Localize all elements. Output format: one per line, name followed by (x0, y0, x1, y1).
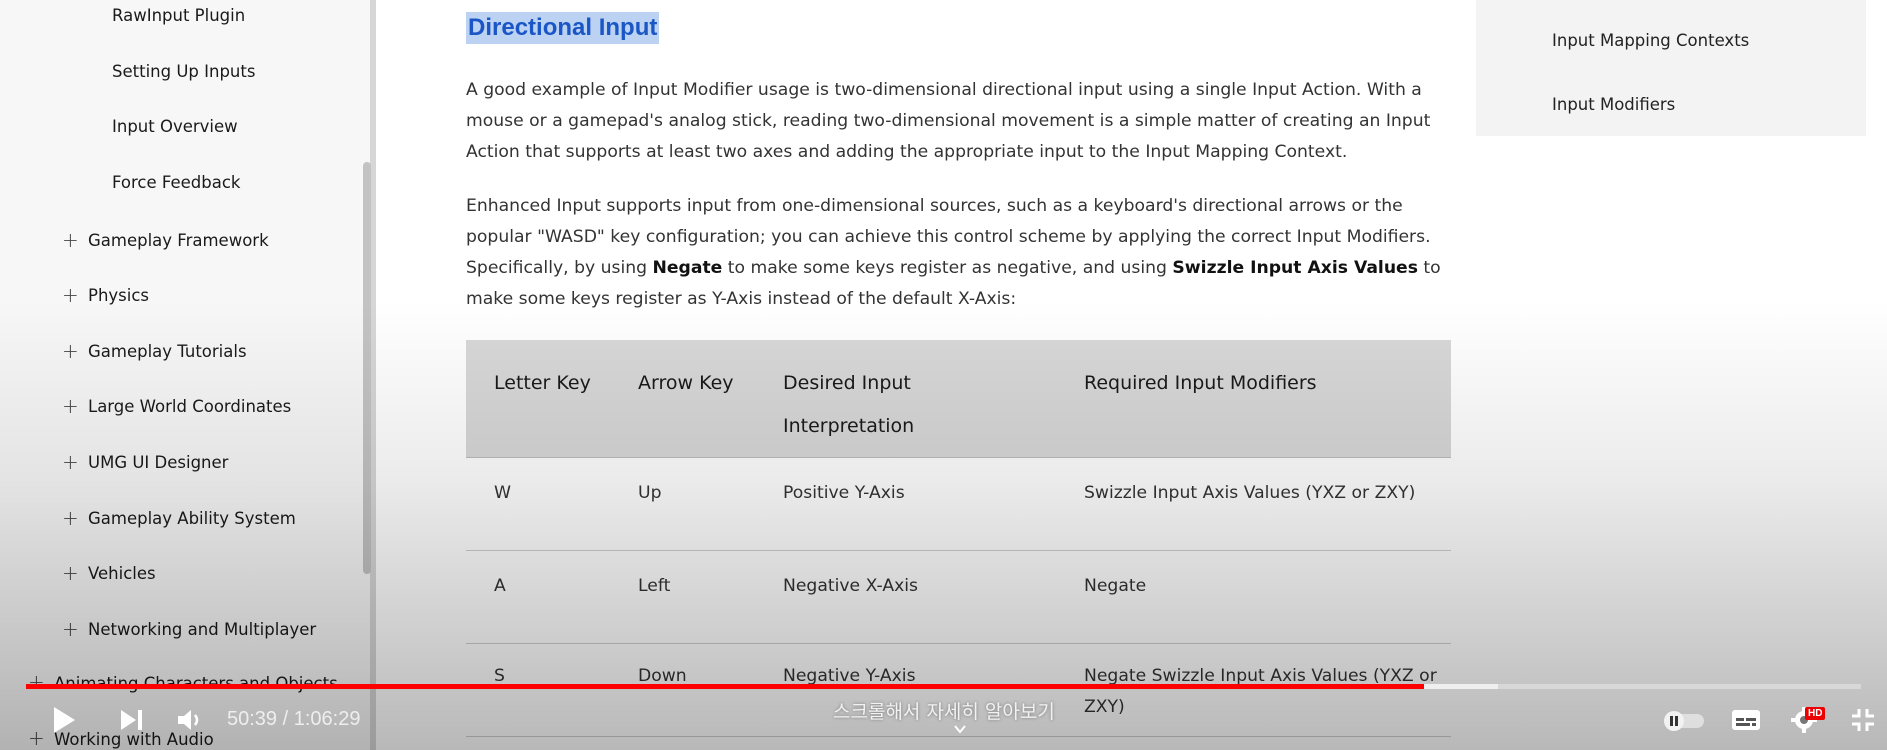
sidebar-item-large-world-coordinates[interactable]: + Large World Coordinates (62, 393, 292, 418)
time-display: 50:39 / 1:06:29 (227, 708, 361, 730)
volume-button[interactable] (176, 707, 204, 738)
plus-icon[interactable]: + (62, 228, 79, 252)
table-header-cell: Arrow Key (638, 372, 734, 394)
modifiers-table: Letter Key Arrow Key Desired Input Inter… (466, 340, 1451, 737)
subtitles-button[interactable] (1730, 708, 1762, 737)
bold-term-negate: Negate (652, 258, 723, 278)
table-cell: Positive Y-Axis (783, 483, 905, 503)
table-header-cell: Required Input Modifiers (1084, 372, 1317, 394)
table-cell: Negative X-Axis (783, 576, 918, 596)
table-row: W Up Positive Y-Axis Swizzle Input Axis … (466, 458, 1451, 551)
plus-icon[interactable]: + (62, 506, 79, 530)
sidebar-item-gameplay-framework[interactable]: + Gameplay Framework (62, 227, 269, 252)
sidebar-item-setting-up-inputs[interactable]: Setting Up Inputs (112, 62, 255, 81)
hd-badge: HD (1805, 707, 1826, 720)
sidebar-item-label: UMG UI Designer (88, 453, 229, 472)
next-button[interactable] (120, 709, 144, 736)
sidebar-item-animating-characters[interactable]: +Animating Characters and Objects (28, 670, 338, 694)
table-cell: Negate Swizzle Input Axis Values (YXZ or… (1084, 666, 1437, 717)
plus-icon[interactable]: + (62, 394, 79, 418)
scroll-hint-text[interactable]: 스크롤해서 자세히 알아보기 (833, 697, 1055, 724)
play-icon (54, 707, 75, 733)
sidebar-item-label: Gameplay Framework (88, 231, 269, 250)
table-header-cell: Letter Key (494, 372, 591, 394)
bold-term-swizzle: Swizzle Input Axis Values (1172, 258, 1418, 278)
sidebar-item-label: Gameplay Tutorials (88, 342, 247, 361)
sidebar-item-label: Networking and Multiplayer (88, 620, 317, 639)
autoplay-toggle[interactable] (1662, 708, 1708, 737)
table-header-cell: Desired Input Interpretation (783, 372, 915, 437)
table-cell: Up (638, 483, 662, 503)
table-cell: A (494, 576, 506, 596)
table-row: A Left Negative X-Axis Negate (466, 551, 1451, 644)
plus-icon[interactable]: + (28, 726, 45, 750)
sidebar-item-physics[interactable]: + Physics (62, 282, 150, 307)
section-heading: Directional Input (466, 12, 660, 44)
paragraph-modifiers: Enhanced Input supports input from one-d… (466, 191, 1451, 315)
sidebar-item-gameplay-ability-system[interactable]: + Gameplay Ability System (62, 505, 296, 530)
sidebar-item-rawinput-plugin[interactable]: RawInput Plugin (112, 6, 245, 25)
play-button[interactable] (52, 706, 76, 739)
sidebar-item-gameplay-tutorials[interactable]: + Gameplay Tutorials (62, 338, 247, 363)
next-icon (121, 710, 142, 730)
plus-icon[interactable]: + (28, 670, 45, 694)
sidebar-item-networking-and-multiplayer[interactable]: + Networking and Multiplayer (62, 616, 317, 641)
plus-icon[interactable]: + (62, 339, 79, 363)
sidebar-item-label: Large World Coordinates (88, 397, 292, 416)
sidebar-nav: RawInput Plugin Setting Up Inputs Input … (0, 0, 376, 750)
autoplay-toggle-icon (1664, 711, 1704, 731)
subtitles-icon (1732, 710, 1760, 730)
table-cell: W (494, 483, 511, 503)
sidebar-item-label: Vehicles (88, 564, 156, 583)
sidebar-item-umg-ui-designer[interactable]: + UMG UI Designer (62, 449, 229, 474)
sidebar-item-label: Physics (88, 286, 150, 305)
volume-icon (178, 710, 199, 730)
exit-fullscreen-button[interactable] (1850, 707, 1876, 738)
progress-played (26, 684, 1425, 689)
chevron-down-icon[interactable] (953, 722, 967, 736)
paragraph-text: to make some keys register as negative, … (722, 258, 1173, 278)
sidebar-item-vehicles[interactable]: + Vehicles (62, 560, 156, 585)
plus-icon[interactable]: + (62, 283, 79, 307)
plus-icon[interactable]: + (62, 561, 79, 585)
paragraph-intro: A good example of Input Modifier usage i… (466, 80, 1431, 162)
table-cell: Swizzle Input Axis Values (YXZ or ZXY) (1084, 483, 1416, 503)
toc-item-input-mapping-contexts[interactable]: Input Mapping Contexts (1552, 31, 1749, 50)
toc-item-input-modifiers[interactable]: Input Modifiers (1552, 95, 1675, 114)
plus-icon[interactable]: + (62, 450, 79, 474)
table-header-row: Letter Key Arrow Key Desired Input Inter… (466, 340, 1451, 458)
sidebar-item-force-feedback[interactable]: Force Feedback (112, 173, 240, 192)
sidebar-item-label: Gameplay Ability System (88, 509, 296, 528)
table-cell: Negate (1084, 576, 1147, 596)
sidebar-scrollbar-thumb[interactable] (363, 162, 371, 574)
exit-fullscreen-icon (1852, 709, 1874, 731)
sidebar-item-input-overview[interactable]: Input Overview (112, 117, 238, 136)
table-cell: Left (638, 576, 671, 596)
plus-icon[interactable]: + (62, 617, 79, 641)
table-of-contents: Input Mapping Contexts Input Modifiers (1476, 0, 1866, 136)
